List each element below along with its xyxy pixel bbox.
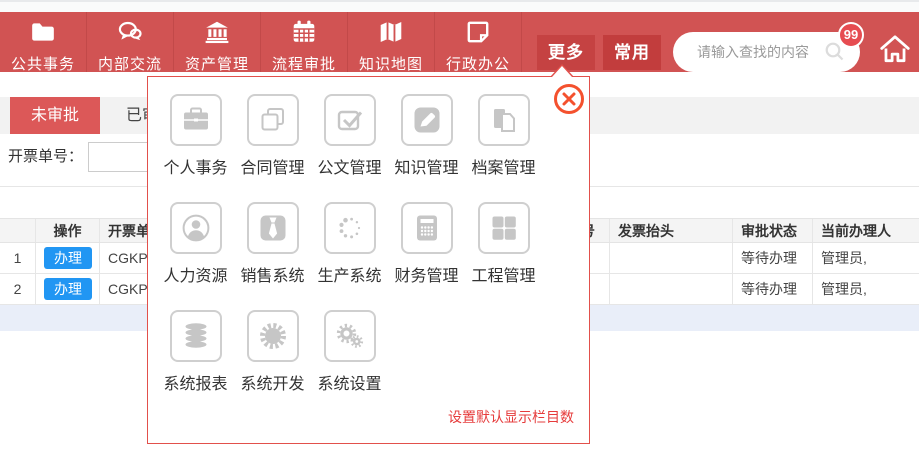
app-label: 销售系统 — [240, 262, 304, 286]
app-hr[interactable]: 人力资源 — [157, 202, 234, 286]
invoice-title-cell — [610, 243, 733, 273]
nav-item-label: 资产管理 — [185, 53, 249, 74]
status-cell: 等待办理 — [733, 274, 813, 304]
nav-item-label: 流程审批 — [272, 53, 336, 74]
handler-cell: 管理员, — [813, 243, 919, 273]
pencil-icon — [401, 94, 453, 146]
gear-burst-icon — [247, 310, 299, 362]
set-default-columns-link[interactable]: 设置默认显示栏目数 — [448, 407, 574, 427]
app-personal-affairs[interactable]: 个人事务 — [157, 94, 234, 178]
spinner-icon — [324, 202, 376, 254]
home-icon[interactable] — [878, 33, 912, 70]
app-label: 财务管理 — [394, 262, 458, 286]
app-label: 生产系统 — [317, 262, 381, 286]
map-icon — [378, 12, 404, 50]
briefcase-icon — [170, 94, 222, 146]
search-box — [673, 32, 860, 72]
invoice-title-cell — [610, 274, 733, 304]
handle-button[interactable]: 办理 — [44, 278, 92, 300]
app-knowledge-mgmt[interactable]: 知识管理 — [388, 94, 465, 178]
app-row: 个人事务 合同管理 公文管理 知识管理 档案管理 — [157, 94, 589, 178]
favorites-button[interactable]: 常用 — [603, 35, 661, 70]
app-engineering-mgmt[interactable]: 工程管理 — [465, 202, 542, 286]
check-square-icon — [324, 94, 376, 146]
nav-item-label: 内部交流 — [98, 53, 162, 74]
browser-top-strip — [0, 0, 919, 12]
app-contract-mgmt[interactable]: 合同管理 — [234, 94, 311, 178]
app-row: 人力资源 销售系统 生产系统 财务管理 工程管理 — [157, 202, 589, 286]
app-official-docs[interactable]: 公文管理 — [311, 94, 388, 178]
app-system-settings[interactable]: 系统设置 — [311, 310, 388, 394]
folder-icon — [30, 12, 56, 50]
nav-item-internal-comm[interactable]: 内部交流 — [87, 12, 174, 72]
calendar-icon — [291, 12, 317, 50]
calculator-icon — [401, 202, 453, 254]
app-system-dev[interactable]: 系统开发 — [234, 310, 311, 394]
nav-item-process-approval[interactable]: 流程审批 — [261, 12, 348, 72]
user-icon — [170, 202, 222, 254]
col-status: 审批状态 — [733, 219, 813, 242]
app-grid: 个人事务 合同管理 公文管理 知识管理 档案管理 — [148, 77, 589, 394]
database-icon — [170, 310, 222, 362]
main-navbar: 公共事务 内部交流 资产管理 流程审批 知识地图 行政办公 — [0, 12, 919, 72]
app-finance-mgmt[interactable]: 财务管理 — [388, 202, 465, 286]
app-label: 公文管理 — [317, 154, 381, 178]
app-label: 系统开发 — [240, 370, 304, 394]
invoice-no-label: 开票单号： — [8, 142, 83, 172]
app-label: 工程管理 — [471, 262, 535, 286]
nav-item-admin-office[interactable]: 行政办公 — [435, 12, 522, 72]
more-apps-panel: 个人事务 合同管理 公文管理 知识管理 档案管理 — [147, 76, 590, 444]
nav-item-knowledge-map[interactable]: 知识地图 — [348, 12, 435, 72]
nav-item-label: 公共事务 — [11, 53, 75, 74]
col-row-number — [0, 219, 36, 242]
app-row: 系统报表 系统开发 系统设置 — [157, 310, 589, 394]
app-production-system[interactable]: 生产系统 — [311, 202, 388, 286]
row-number: 2 — [0, 274, 36, 304]
app-label: 合同管理 — [240, 154, 304, 178]
nav-item-asset-mgmt[interactable]: 资产管理 — [174, 12, 261, 72]
app-label: 个人事务 — [163, 154, 227, 178]
tie-icon — [247, 202, 299, 254]
app-label: 系统设置 — [317, 370, 381, 394]
handler-cell: 管理员, — [813, 274, 919, 304]
app-sales-system[interactable]: 销售系统 — [234, 202, 311, 286]
col-action: 操作 — [36, 219, 100, 242]
nav-item-label: 行政办公 — [446, 53, 510, 74]
app-label: 知识管理 — [394, 154, 458, 178]
nav-item-label: 知识地图 — [359, 53, 423, 74]
nav-item-public-affairs[interactable]: 公共事务 — [0, 12, 87, 72]
pages-icon — [478, 94, 530, 146]
app-archive-mgmt[interactable]: 档案管理 — [465, 94, 542, 178]
app-label: 系统报表 — [163, 370, 227, 394]
col-invoice-title: 发票抬头 — [610, 219, 733, 242]
app-label: 档案管理 — [471, 154, 535, 178]
close-circle-icon[interactable] — [554, 84, 584, 114]
grid-icon — [478, 202, 530, 254]
gears-icon — [324, 310, 376, 362]
app-screen: 公共事务 内部交流 资产管理 流程审批 知识地图 行政办公 — [0, 0, 919, 460]
chat-icon — [117, 12, 143, 50]
search-input[interactable] — [697, 37, 817, 67]
notification-badge: 99 — [838, 22, 864, 48]
tab-unapproved[interactable]: 未审批 — [10, 97, 100, 134]
status-cell: 等待办理 — [733, 243, 813, 273]
document-icon — [465, 12, 491, 50]
app-system-reports[interactable]: 系统报表 — [157, 310, 234, 394]
col-handler: 当前办理人 — [813, 219, 919, 242]
handle-button[interactable]: 办理 — [44, 247, 92, 269]
app-label: 人力资源 — [163, 262, 227, 286]
copy-icon — [247, 94, 299, 146]
panel-arrow — [552, 66, 572, 77]
bank-icon — [204, 12, 230, 50]
row-number: 1 — [0, 243, 36, 273]
